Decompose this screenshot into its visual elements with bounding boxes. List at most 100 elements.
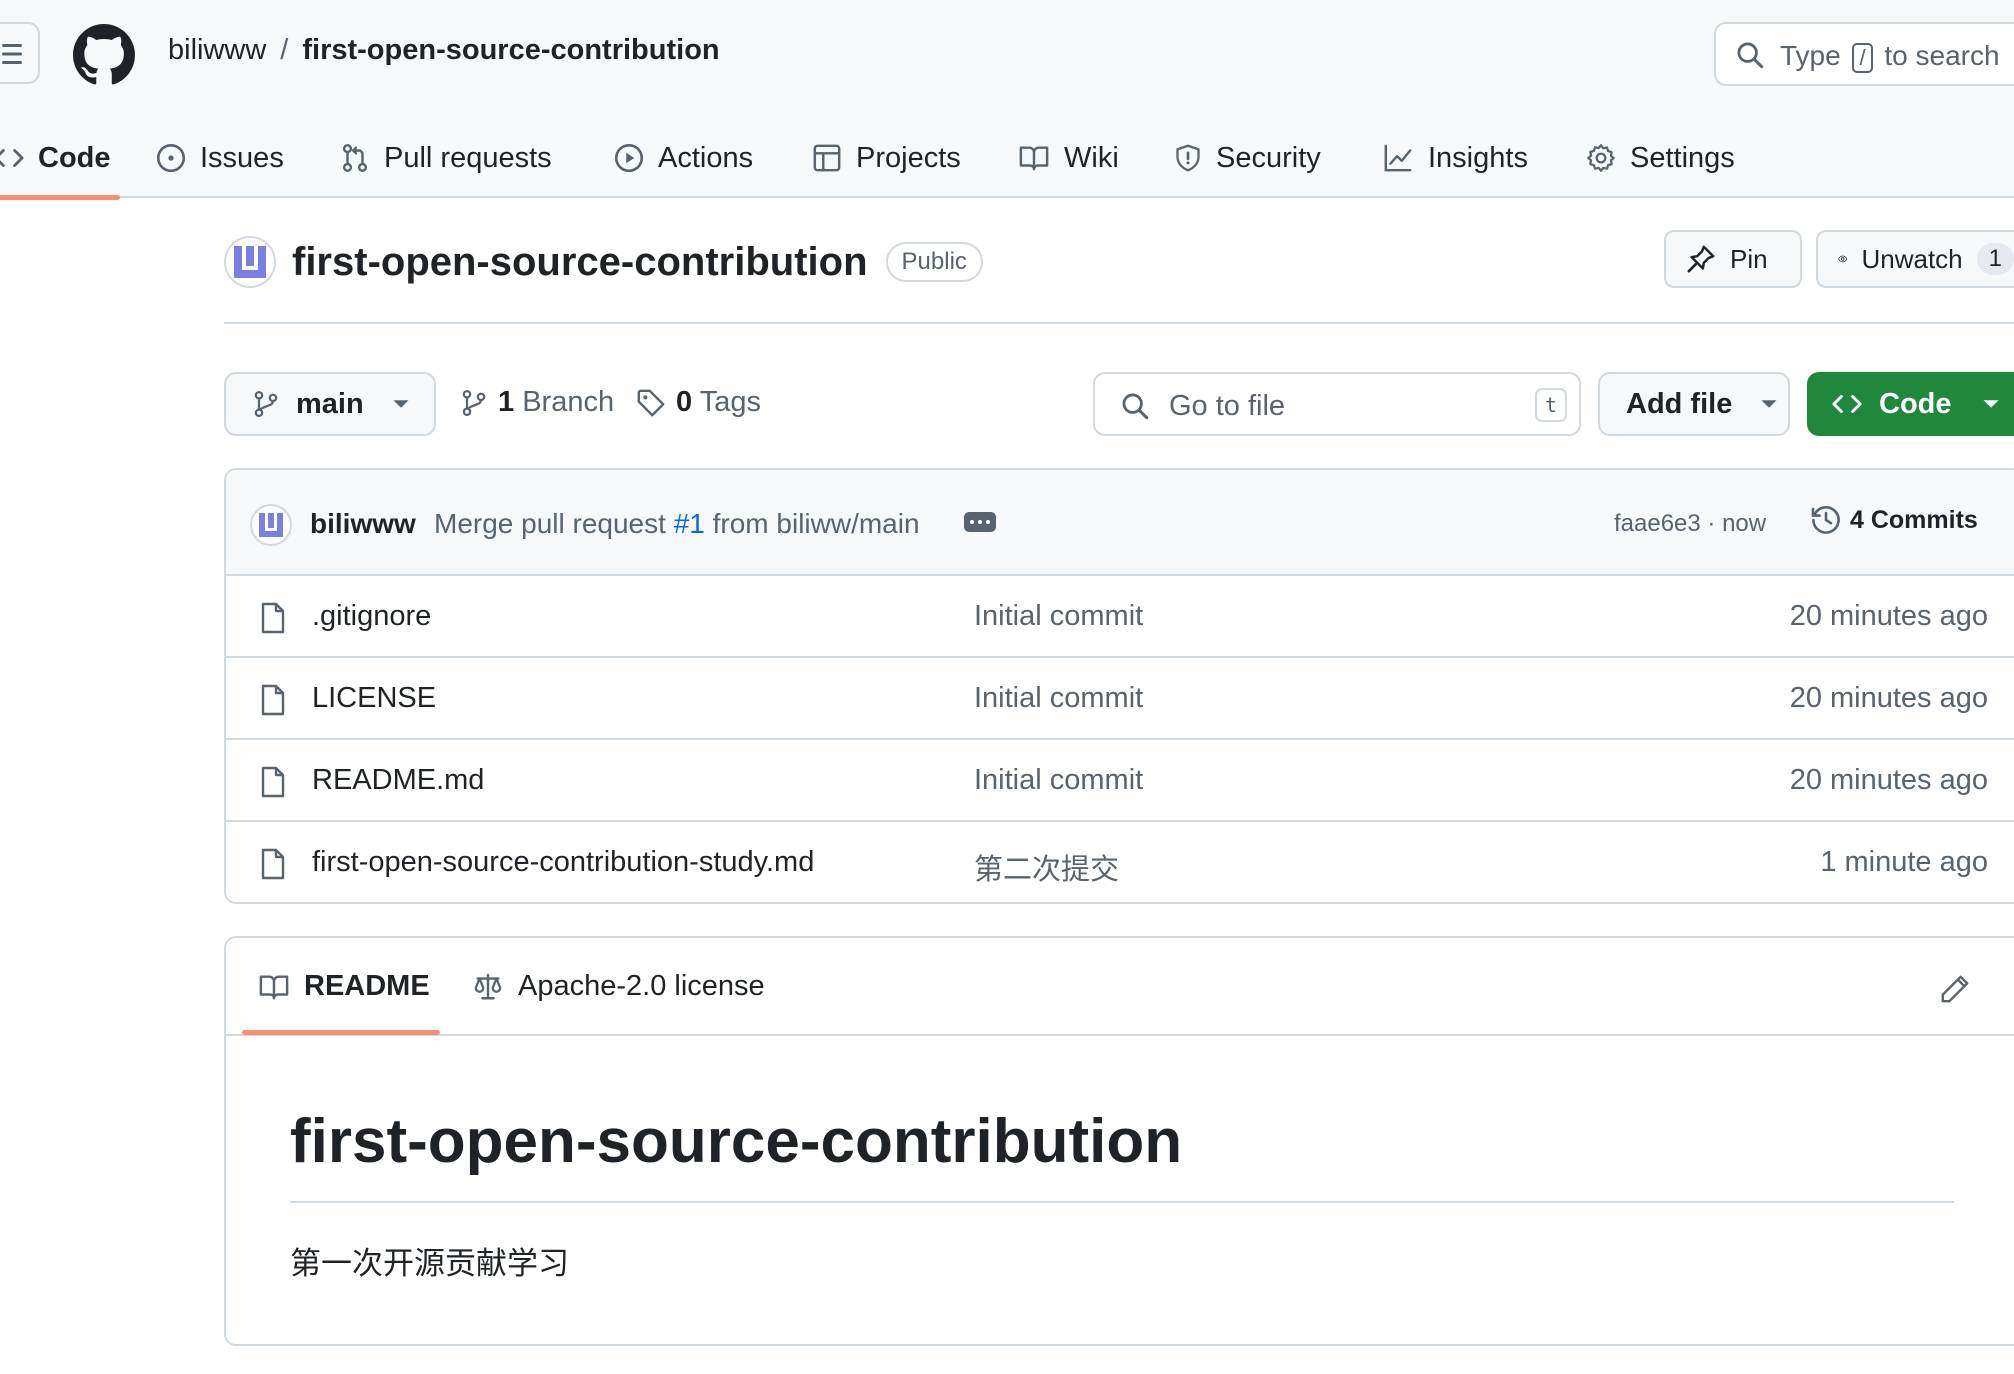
- github-logo-icon[interactable]: [73, 24, 135, 86]
- pin-icon: [1687, 245, 1715, 273]
- pull-request-icon: [342, 144, 368, 172]
- table-icon: [813, 144, 841, 172]
- readme-heading: first-open-source-contribution: [290, 1107, 1183, 1176]
- file-commit-message[interactable]: Initial commit: [974, 764, 1143, 797]
- code-icon: [0, 149, 24, 167]
- commit-message[interactable]: Merge pull request #1 from biliww/main: [434, 508, 920, 540]
- repo-header: first-open-source-contribution Public: [224, 232, 983, 292]
- tab-actions[interactable]: Actions: [614, 118, 753, 198]
- tab-projects[interactable]: Projects: [812, 118, 961, 198]
- code-dropdown-button[interactable]: Code: [1807, 372, 2014, 436]
- graph-icon: [1384, 144, 1412, 172]
- active-tab-indicator: [242, 1030, 440, 1035]
- law-icon: [474, 973, 502, 999]
- table-row[interactable]: LICENSE Initial commit 20 minutes ago: [226, 658, 2014, 740]
- gear-icon: [1587, 144, 1615, 172]
- table-row[interactable]: first-open-source-contribution-study.md …: [226, 822, 2014, 902]
- search-icon: [1737, 42, 1764, 69]
- file-name-link[interactable]: LICENSE: [312, 682, 436, 715]
- pencil-icon[interactable]: [1940, 974, 1970, 1004]
- file-name-link[interactable]: README.md: [312, 764, 484, 797]
- file-icon: [261, 848, 285, 880]
- table-row[interactable]: .gitignore Initial commit 20 minutes ago: [226, 576, 2014, 658]
- avatar[interactable]: [224, 236, 276, 288]
- tab-code[interactable]: Code: [0, 118, 120, 200]
- commits-history-link[interactable]: 4 Commits: [1810, 504, 1978, 536]
- book-icon: [259, 974, 289, 999]
- hamburger-icon: [2, 44, 22, 64]
- active-tab-indicator: [0, 195, 120, 200]
- file-commit-time: 20 minutes ago: [1789, 764, 1988, 796]
- book-icon: [1019, 146, 1049, 171]
- history-icon: [1811, 506, 1840, 534]
- latest-commit-bar: biliwww Merge pull request #1 from biliw…: [226, 470, 2014, 576]
- go-to-file-input[interactable]: Go to file t: [1093, 372, 1581, 436]
- menu-button[interactable]: [0, 22, 40, 84]
- file-commit-message[interactable]: 第二次提交: [974, 846, 1119, 888]
- commit-author-link[interactable]: biliwww: [310, 508, 416, 540]
- tab-license[interactable]: Apache-2.0 license: [472, 970, 765, 1003]
- file-icon: [261, 684, 285, 716]
- file-commit-message[interactable]: Initial commit: [974, 682, 1143, 715]
- watch-count: 1: [1976, 243, 2014, 275]
- readme-body-text: 第一次开源贡献学习: [290, 1246, 569, 1281]
- file-commit-time: 20 minutes ago: [1789, 600, 1988, 632]
- tags-link[interactable]: 0 Tags: [636, 386, 761, 419]
- search-icon: [1122, 393, 1149, 420]
- chevron-down-icon: [1761, 400, 1777, 408]
- search-shortcut-key: /: [1852, 43, 1873, 73]
- pin-button[interactable]: Pin: [1664, 230, 1802, 288]
- readme-tabs: README Apache-2.0 license: [226, 938, 2014, 1036]
- file-icon: [261, 766, 285, 798]
- issue-icon: [156, 143, 186, 173]
- file-commit-time: 20 minutes ago: [1789, 682, 1988, 714]
- identicon-icon: [234, 246, 266, 278]
- unwatch-button[interactable]: Unwatch 1: [1816, 230, 2014, 288]
- page-title[interactable]: first-open-source-contribution: [292, 240, 868, 285]
- readme-panel: README Apache-2.0 license first-open-sou…: [224, 936, 2014, 1346]
- table-row[interactable]: README.md Initial commit 20 minutes ago: [226, 740, 2014, 822]
- header-divider: [224, 322, 2014, 324]
- shield-icon: [1176, 144, 1200, 172]
- chevron-down-icon: [1983, 400, 1998, 408]
- file-icon: [261, 602, 285, 634]
- breadcrumb-owner-link[interactable]: biliwww: [168, 34, 266, 67]
- tab-settings[interactable]: Settings: [1586, 118, 1735, 198]
- file-commit-message[interactable]: Initial commit: [974, 600, 1143, 633]
- branches-link[interactable]: 1 Branch: [460, 386, 614, 419]
- file-name-link[interactable]: first-open-source-contribution-study.md: [312, 846, 814, 879]
- tab-wiki[interactable]: Wiki: [1018, 118, 1119, 198]
- tab-pull-requests[interactable]: Pull requests: [340, 118, 552, 198]
- branch-selector[interactable]: main: [224, 372, 436, 436]
- pull-request-link[interactable]: #1: [674, 508, 705, 539]
- app-header: biliwww / first-open-source-contribution…: [0, 0, 2014, 200]
- add-file-button[interactable]: Add file: [1598, 372, 1790, 436]
- file-name-link[interactable]: .gitignore: [312, 600, 431, 633]
- file-browser: biliwww Merge pull request #1 from biliw…: [224, 468, 2014, 904]
- breadcrumb-repo-link[interactable]: first-open-source-contribution: [302, 34, 719, 67]
- tab-security[interactable]: Security: [1174, 118, 1321, 198]
- identicon-icon: [259, 513, 283, 537]
- repo-nav: Code Issues Pull requests Actions Projec…: [0, 118, 2014, 200]
- global-search-button[interactable]: Type / to search: [1714, 22, 2014, 86]
- visibility-badge: Public: [885, 242, 983, 282]
- expand-commit-message-button[interactable]: [964, 512, 996, 532]
- tab-insights[interactable]: Insights: [1382, 118, 1528, 198]
- commit-hash-time[interactable]: faae6e3 · now: [1614, 510, 1766, 538]
- code-icon: [1832, 395, 1862, 413]
- commit-author-avatar[interactable]: [250, 504, 292, 546]
- go-to-file-shortcut: t: [1535, 388, 1567, 422]
- search-placeholder: Type / to search: [1780, 40, 2000, 73]
- go-to-file-placeholder: Go to file: [1169, 390, 1286, 422]
- branch-icon: [254, 390, 278, 418]
- tab-readme[interactable]: README: [258, 970, 430, 1003]
- eye-icon: [1838, 255, 1848, 263]
- tag-icon: [637, 389, 665, 416]
- play-icon: [614, 143, 644, 173]
- readme-heading-rule: [290, 1201, 1954, 1203]
- breadcrumb-separator: /: [280, 34, 289, 66]
- tab-issues[interactable]: Issues: [156, 118, 284, 198]
- breadcrumb: biliwww / first-open-source-contribution: [168, 34, 720, 67]
- branch-icon: [462, 389, 486, 416]
- file-commit-time: 1 minute ago: [1820, 846, 1988, 878]
